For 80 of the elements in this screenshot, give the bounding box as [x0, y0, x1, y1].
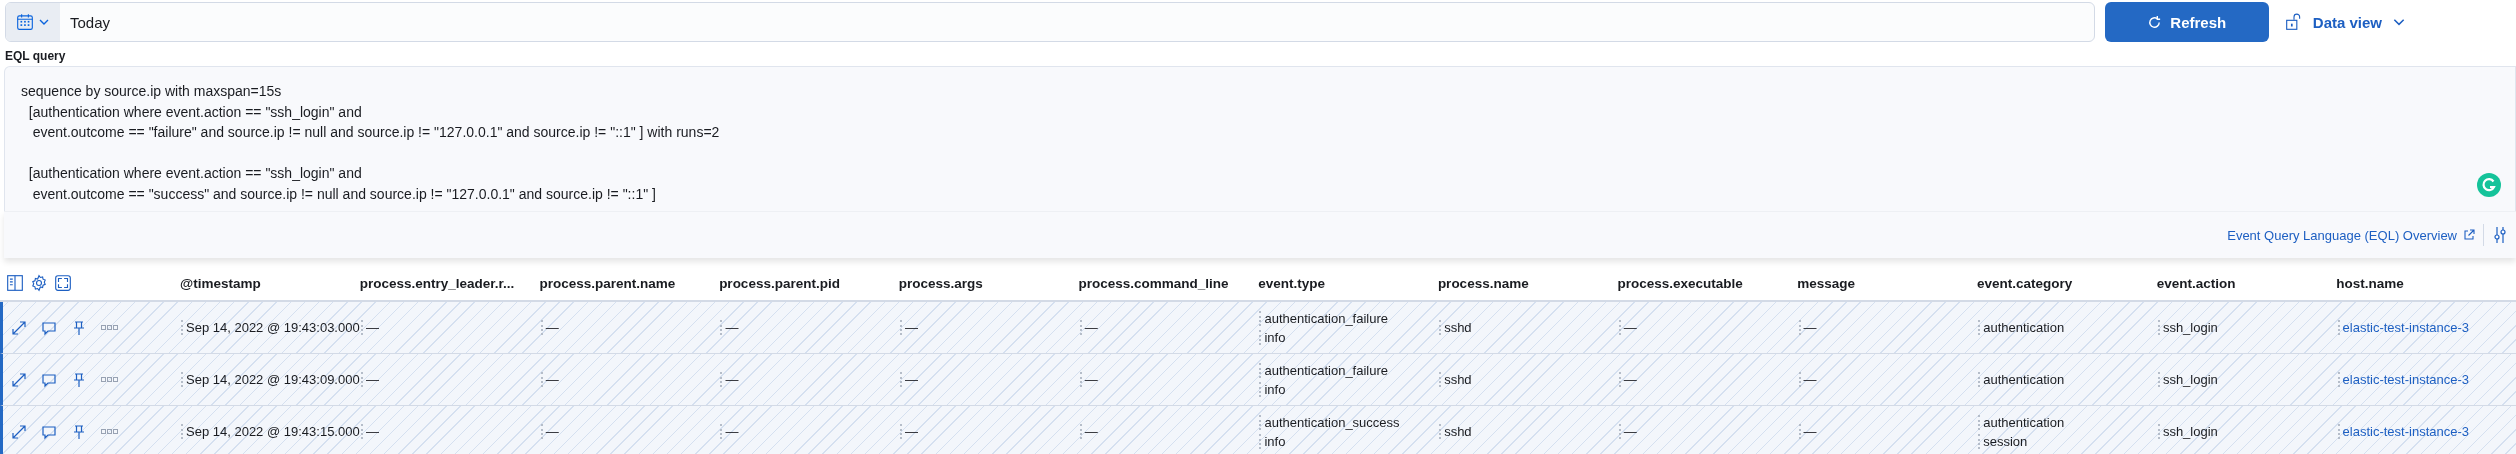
- column-header[interactable]: message: [1797, 275, 1856, 291]
- columns-icon[interactable]: [6, 274, 24, 292]
- cell-value: authentication: [1978, 414, 2065, 430]
- comment-icon[interactable]: [41, 423, 57, 440]
- column-header[interactable]: @timestamp: [180, 275, 261, 291]
- column-header[interactable]: event.type: [1258, 275, 1325, 291]
- cell-value: —: [361, 320, 379, 335]
- quick-menu-button[interactable]: [6, 3, 60, 41]
- column-header[interactable]: event.action: [2156, 275, 2236, 291]
- cell-value: —: [540, 372, 559, 387]
- cell-value: —: [900, 424, 919, 439]
- comment-icon[interactable]: [41, 319, 57, 336]
- column-header[interactable]: process.name: [1437, 275, 1529, 291]
- cell-value: ssh_login: [2157, 424, 2218, 439]
- column-header[interactable]: host.name: [2336, 275, 2404, 291]
- cell-value: authentication: [1978, 372, 2065, 387]
- cell-value: —: [361, 372, 379, 387]
- cell-value: Sep 14, 2022 @ 19:43:15.000: [181, 424, 360, 439]
- cell-value: —: [720, 372, 739, 387]
- expand-icon[interactable]: [11, 319, 27, 336]
- date-picker[interactable]: Today: [5, 2, 2095, 42]
- column-header[interactable]: process.entry_leader.r...: [359, 275, 515, 291]
- cell-value: authentication: [1978, 320, 2065, 335]
- cell-value: ssh_login: [2157, 320, 2218, 335]
- cell-value: session: [1978, 433, 2028, 449]
- cell-value: info: [1259, 329, 1286, 345]
- field-label: EQL query: [4, 48, 67, 65]
- cell-value: Sep 14, 2022 @ 19:43:09.000: [181, 372, 360, 387]
- calendar-icon: [16, 13, 34, 31]
- cell-value: —: [361, 424, 379, 439]
- cell-value: sshd: [1439, 424, 1472, 439]
- pin-icon[interactable]: [71, 319, 87, 336]
- external-link-icon: [2463, 229, 2475, 241]
- help-link[interactable]: Event Query Language (EQL) Overview: [2227, 227, 2475, 243]
- cell-value: sshd: [1439, 372, 1472, 387]
- cell-value: authentication_failure: [1259, 310, 1389, 326]
- settings-icon[interactable]: [2492, 226, 2508, 244]
- cell-value: —: [1079, 372, 1098, 387]
- cell-value: sshd: [1439, 320, 1472, 335]
- refresh-button[interactable]: Refresh: [2104, 2, 2269, 42]
- cell-value: —: [540, 320, 559, 335]
- pin-icon[interactable]: [71, 423, 87, 440]
- comment-icon[interactable]: [41, 371, 57, 388]
- host-link[interactable]: elastic-test-instance-3: [2337, 424, 2469, 439]
- cell-value: —: [1618, 424, 1637, 439]
- cell-value: info: [1259, 381, 1286, 397]
- cell-value: —: [1079, 424, 1098, 439]
- expand-icon[interactable]: [11, 423, 27, 440]
- fullscreen-icon[interactable]: [54, 274, 72, 292]
- cell-value: —: [1618, 320, 1637, 335]
- data-view-button[interactable]: Data view: [2312, 13, 2406, 31]
- expand-icon[interactable]: [11, 371, 27, 388]
- settings-icon[interactable]: [30, 274, 48, 292]
- cell-value: —: [1618, 372, 1637, 387]
- refresh-icon: [2147, 14, 2163, 30]
- cell-value: —: [1798, 372, 1817, 387]
- column-header[interactable]: process.parent.name: [539, 275, 676, 291]
- cell-value: —: [540, 424, 559, 439]
- cell-value: ssh_login: [2157, 372, 2218, 387]
- cell-value: —: [1079, 320, 1098, 335]
- cell-value: authentication_failure: [1259, 362, 1389, 378]
- host-link[interactable]: elastic-test-instance-3: [2337, 372, 2469, 387]
- cell-value: —: [1798, 424, 1817, 439]
- cell-value: info: [1259, 433, 1286, 449]
- cell-value: —: [1798, 320, 1817, 335]
- pin-icon[interactable]: [71, 371, 87, 388]
- cell-value: authentication_success: [1259, 414, 1400, 430]
- cell-value: —: [900, 320, 919, 335]
- cell-value: Sep 14, 2022 @ 19:43:03.000: [181, 320, 360, 335]
- column-header[interactable]: event.category: [1976, 275, 2073, 291]
- column-header[interactable]: process.args: [898, 275, 983, 291]
- column-header[interactable]: process.executable: [1617, 275, 1743, 291]
- host-link[interactable]: elastic-test-instance-3: [2337, 320, 2469, 335]
- unlock-icon[interactable]: [2284, 13, 2303, 31]
- cell-value: —: [720, 424, 739, 439]
- column-header[interactable]: process.command_line: [1078, 275, 1229, 291]
- cell-value: —: [900, 372, 919, 387]
- date-range-value[interactable]: Today: [60, 3, 111, 41]
- cell-value: —: [720, 320, 739, 335]
- column-header[interactable]: process.parent.pid: [719, 275, 840, 291]
